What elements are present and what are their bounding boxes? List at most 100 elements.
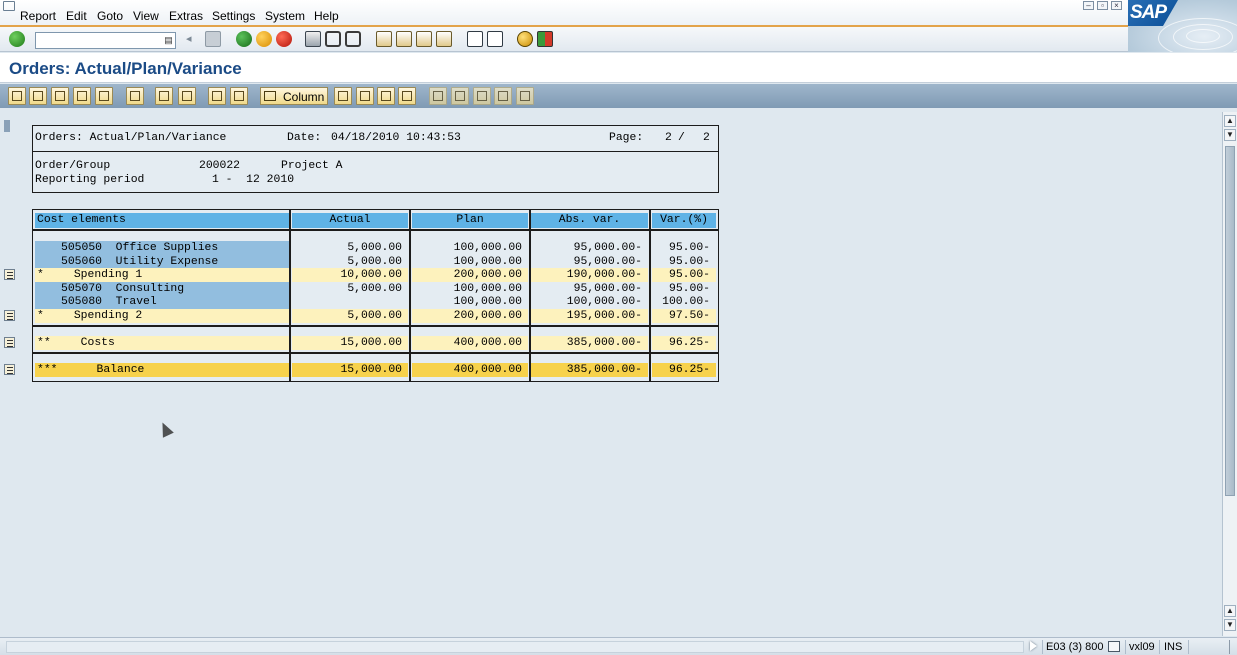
table-row-balance-label[interactable]: *** Balance <box>35 363 289 377</box>
column-header-plan[interactable]: Plan <box>412 213 528 228</box>
drilldown-row-icon[interactable] <box>3 364 17 376</box>
layout-icon[interactable] <box>537 31 553 47</box>
table-row-costs-label[interactable]: ** Costs <box>35 336 289 350</box>
system-menu-icon[interactable] <box>3 1 15 11</box>
table-row-subtotal-actual[interactable]: 5,000.00 <box>292 309 408 323</box>
find-next-icon[interactable] <box>345 31 361 47</box>
column-header-abs-var[interactable]: Abs. var. <box>531 213 648 228</box>
menu-system[interactable]: System <box>265 9 305 23</box>
drilldown-row-icon[interactable] <box>3 337 17 349</box>
expand-subtree-icon[interactable] <box>473 87 491 105</box>
exit-icon[interactable] <box>256 31 272 47</box>
last-page-icon[interactable] <box>436 31 452 47</box>
scroll-page-down-icon[interactable]: ▲ <box>1224 605 1236 617</box>
enter-icon[interactable] <box>9 31 25 47</box>
scroll-down-icon[interactable]: ▼ <box>1224 619 1236 631</box>
table-row-costs-plan[interactable]: 400,000.00 <box>412 336 528 350</box>
print-icon[interactable] <box>305 31 321 47</box>
scroll-page-up-icon[interactable]: ▼ <box>1224 129 1236 141</box>
table-row-var-pct[interactable]: 100.00- <box>652 295 716 309</box>
status-details-icon[interactable] <box>1108 641 1120 652</box>
table-row-subtotal-label[interactable]: * Spending 2 <box>35 309 289 323</box>
print-preview-icon[interactable] <box>208 87 226 105</box>
first-page-icon[interactable] <box>376 31 392 47</box>
table-row-var-pct[interactable]: 95.00- <box>652 255 716 269</box>
table-row-balance-plan[interactable]: 400,000.00 <box>412 363 528 377</box>
menu-extras[interactable]: Extras <box>169 9 203 23</box>
table-icon[interactable] <box>73 87 91 105</box>
table-row-cost-element[interactable]: 505060 Utility Expense <box>35 255 289 269</box>
minimize-icon[interactable]: – <box>1083 1 1094 10</box>
column-header-actual[interactable]: Actual <box>292 213 408 228</box>
table-row-actual[interactable] <box>292 295 408 309</box>
table-row-plan[interactable]: 100,000.00 <box>412 255 528 269</box>
scrollbar-thumb[interactable] <box>1225 146 1235 496</box>
command-field-input[interactable] <box>36 33 164 48</box>
drilldown-row-icon[interactable] <box>3 310 17 322</box>
menu-settings[interactable]: Settings <box>212 9 255 23</box>
columns-icon[interactable] <box>178 87 196 105</box>
table-row-subtotal-plan[interactable]: 200,000.00 <box>412 309 528 323</box>
table-row-subtotal-plan[interactable]: 200,000.00 <box>412 268 528 282</box>
table-row-abs-var[interactable]: 95,000.00- <box>531 255 648 269</box>
expand-icon[interactable] <box>429 87 447 105</box>
table-row-costs-abs-var[interactable]: 385,000.00- <box>531 336 648 350</box>
vertical-scrollbar[interactable]: ▲ ▼ ▲ ▼ <box>1222 112 1237 636</box>
list-icon[interactable] <box>95 87 113 105</box>
command-history-icon[interactable]: ▤ <box>163 34 174 47</box>
table-row-actual[interactable]: 5,000.00 <box>292 241 408 255</box>
menu-goto[interactable]: Goto <box>97 9 123 23</box>
collapse-icon[interactable]: ◂ <box>186 32 196 48</box>
hierarchy-settings-icon[interactable] <box>516 87 534 105</box>
table-row-abs-var[interactable]: 95,000.00- <box>531 241 648 255</box>
find-icon[interactable] <box>325 31 341 47</box>
help-icon[interactable] <box>517 31 533 47</box>
details-icon[interactable] <box>8 87 26 105</box>
table-row-var-pct[interactable]: 95.00- <box>652 241 716 255</box>
table-row-plan[interactable]: 100,000.00 <box>412 282 528 296</box>
column-button[interactable]: Column <box>260 87 328 105</box>
table-row-abs-var[interactable]: 95,000.00- <box>531 282 648 296</box>
table-row-subtotal-var-pct[interactable]: 97.50- <box>652 309 716 323</box>
menu-help[interactable]: Help <box>314 9 339 23</box>
next-page-icon[interactable] <box>416 31 432 47</box>
command-field[interactable]: ▤ <box>35 32 176 49</box>
drilldown-icon[interactable] <box>29 87 47 105</box>
resize-grip-icon[interactable] <box>1212 640 1230 654</box>
filter-icon[interactable] <box>230 87 248 105</box>
table-row-balance-var-pct[interactable]: 96.25- <box>652 363 716 377</box>
status-toggle-icon[interactable] <box>1030 641 1037 651</box>
scroll-up-icon[interactable]: ▲ <box>1224 115 1236 127</box>
hierarchy-icon[interactable] <box>51 87 69 105</box>
column-header-var-pct[interactable]: Var.(%) <box>652 213 716 228</box>
table-row-subtotal-abs-var[interactable]: 190,000.00- <box>531 268 648 282</box>
table-row-plan[interactable]: 100,000.00 <box>412 295 528 309</box>
table-row-cost-element[interactable]: 505050 Office Supplies <box>35 241 289 255</box>
table-row-balance-actual[interactable]: 15,000.00 <box>292 363 408 377</box>
prev-page-icon[interactable] <box>396 31 412 47</box>
save-icon[interactable] <box>205 31 221 47</box>
table-row-cost-element[interactable]: 505070 Consulting <box>35 282 289 296</box>
cancel-icon[interactable] <box>276 31 292 47</box>
new-session-icon[interactable] <box>467 31 483 47</box>
table-row-plan[interactable]: 100,000.00 <box>412 241 528 255</box>
table-row-balance-abs-var[interactable]: 385,000.00- <box>531 363 648 377</box>
select-icon[interactable] <box>155 87 173 105</box>
first-column-icon[interactable] <box>334 87 352 105</box>
table-row-cost-element[interactable]: 505080 Travel <box>35 295 289 309</box>
table-row-subtotal-abs-var[interactable]: 195,000.00- <box>531 309 648 323</box>
restore-icon[interactable]: ▫ <box>1097 1 1108 10</box>
previous-column-icon[interactable] <box>356 87 374 105</box>
collapse-subtree-icon[interactable] <box>494 87 512 105</box>
table-row-var-pct[interactable]: 95.00- <box>652 282 716 296</box>
column-header-cost-elements[interactable]: Cost elements <box>35 213 289 228</box>
table-row-subtotal-actual[interactable]: 10,000.00 <box>292 268 408 282</box>
table-row-actual[interactable]: 5,000.00 <box>292 282 408 296</box>
last-column-icon[interactable] <box>398 87 416 105</box>
table-row-subtotal-var-pct[interactable]: 95.00- <box>652 268 716 282</box>
drilldown-row-icon[interactable] <box>3 269 17 281</box>
shortcut-icon[interactable] <box>487 31 503 47</box>
menu-report[interactable]: Report <box>20 9 56 23</box>
close-window-icon[interactable]: × <box>1111 1 1122 10</box>
table-row-abs-var[interactable]: 100,000.00- <box>531 295 648 309</box>
